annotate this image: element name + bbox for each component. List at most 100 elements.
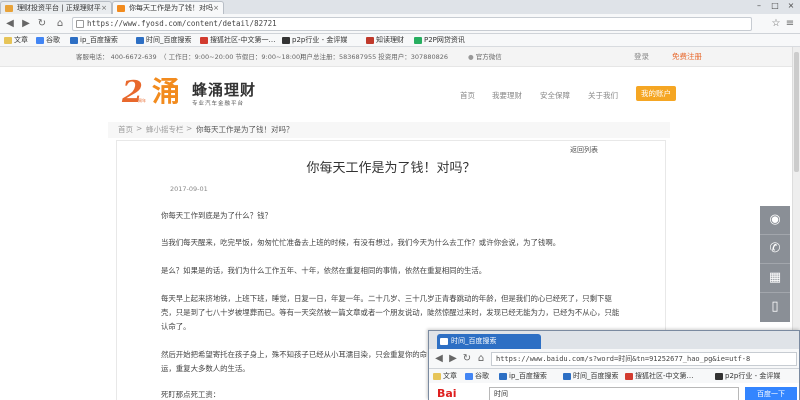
breadcrumb <box>108 122 670 138</box>
address-bar: ◀ ▶ ↻ ⌂ https://www.fyosd.com/content/de… <box>0 14 800 34</box>
login-link[interactable]: 登录 <box>634 47 649 67</box>
sohu-icon <box>200 37 208 44</box>
refresh-icon[interactable]: ↻ <box>36 18 48 30</box>
refresh-icon[interactable]: ↻ <box>461 353 473 365</box>
register-link[interactable]: 免费注册 <box>672 47 702 67</box>
nav-home[interactable]: 首页 <box>460 90 475 101</box>
folder-icon <box>4 37 12 44</box>
logo-character: 涌 <box>152 75 181 108</box>
bookmark-item[interactable]: 谷歌 <box>465 370 489 383</box>
bookmark-item[interactable]: 知读理财 <box>366 34 404 47</box>
tab-close-icon[interactable]: × <box>101 2 107 14</box>
bookmark-item[interactable]: 谷歌 <box>36 34 60 47</box>
bookmarks-bar: 文章 谷歌 ip_百度搜索 时间_百度搜索 搜狐社区-中文第一… p2p行业 -… <box>0 34 800 47</box>
google-icon <box>36 37 44 44</box>
bookmark-item[interactable]: ip_百度搜索 <box>499 370 547 383</box>
breadcrumb-current: 你每天工作是为了钱！对吗？ <box>196 125 294 134</box>
baidu-icon <box>440 338 448 345</box>
user-stats: 用户总注册：583687955 投资用户：307880826 <box>300 53 449 61</box>
home-icon[interactable]: ⌂ <box>54 18 66 30</box>
baidu-search-input[interactable]: 时间 <box>489 387 739 400</box>
article-paragraph: 每天早上起来挤地铁，上班下班，睡觉，日复一日，年复一年。二十几岁、三十几岁正青春… <box>161 294 620 331</box>
bookmark-item[interactable]: 搜狐社区-中文第… <box>625 370 694 383</box>
calculator-button[interactable]: ▦ <box>760 264 790 293</box>
sohu-icon <box>625 373 633 380</box>
menu-icon[interactable]: ≡ <box>784 18 796 30</box>
official-wechat-link[interactable]: ● 官方微信 <box>468 47 502 67</box>
tab-finance-platform[interactable]: 理财投资平台 | 正规理财平 × <box>0 1 112 14</box>
minimize-icon[interactable]: – <box>752 0 766 12</box>
wechat-icon: ● <box>468 53 476 61</box>
back-icon[interactable]: ◀ <box>4 18 16 30</box>
second-window-tab-bar: 时间_百度搜索 <box>429 331 799 349</box>
bookmark-item[interactable]: 时间_百度搜索 <box>563 370 619 383</box>
forward-icon[interactable]: ▶ <box>447 353 459 365</box>
article-paragraph: 是么？如果是的话，我们为什么工作五年、十年，依然在重复相同的事情，依然在重复相同… <box>161 266 487 275</box>
folder-icon <box>433 373 441 380</box>
site-logo[interactable]: 2 周年 涌 蜂涌理财 专业汽车金融平台 <box>122 75 282 111</box>
mobile-app-button[interactable]: ▯ <box>760 293 790 322</box>
second-window-url-input[interactable]: https://www.baidu.com/s?word=时间&tn=91252… <box>491 352 797 366</box>
bookmark-item[interactable]: 文章 <box>4 34 28 47</box>
scrollbar-thumb[interactable] <box>794 52 799 172</box>
close-window-icon[interactable]: × <box>784 0 798 12</box>
breadcrumb-separator: > <box>186 124 193 133</box>
nav-security[interactable]: 安全保障 <box>540 90 570 101</box>
brand-name: 蜂涌理财 <box>192 81 257 99</box>
article-title: 你每天工作是为了钱！对吗？ <box>306 161 476 176</box>
anniversary-mark: 2 <box>122 75 143 110</box>
baidu-icon <box>499 373 507 380</box>
article-paragraph: 然后开始把希望寄托在孩子身上，殊不知孩子已经从小耳濡目染，只会重复你的命运，重复… <box>161 350 428 373</box>
p2p-icon <box>282 37 290 44</box>
site-top-bar: 客服电话： 400-6672-639 （ 工作日：9:00~20:00 节假日：… <box>0 47 800 67</box>
nav-about[interactable]: 关于我们 <box>588 90 618 101</box>
back-icon[interactable]: ◀ <box>433 353 445 365</box>
calculator-icon: ▦ <box>768 270 782 285</box>
tab-close-icon[interactable]: × <box>213 2 219 14</box>
baidu-search-button[interactable]: 百度一下 <box>745 387 797 400</box>
star-icon[interactable]: ☆ <box>770 18 782 30</box>
browser-tab-bar: 理财投资平台 | 正规理财平 × 你每天工作是为了钱！对吗 × – □ × <box>0 0 800 14</box>
site-favicon-icon <box>117 5 125 12</box>
phone-icon: ✆ <box>769 241 781 256</box>
breadcrumb-category[interactable]: 蜂小摇专栏 <box>146 124 184 135</box>
anniversary-sub: 周年 <box>138 98 146 103</box>
google-icon <box>465 373 473 380</box>
article-paragraph: 你每天工作到底是为了什么？钱？ <box>161 211 272 220</box>
service-phone: 客服电话： 400-6672-639 <box>76 53 157 61</box>
second-window-address-bar: ◀ ▶ ↻ ⌂ https://www.baidu.com/s?word=时间&… <box>429 349 799 369</box>
bookmark-item[interactable]: ip_百度搜索 <box>70 34 118 47</box>
tab-baidu-search[interactable]: 时间_百度搜索 <box>437 334 541 349</box>
baidu-icon <box>136 37 144 44</box>
bookmark-item[interactable]: p2p行业 - 金评媒 <box>282 34 347 47</box>
tab-article[interactable]: 你每天工作是为了钱！对吗 × <box>112 1 224 14</box>
breadcrumb-separator: > <box>136 124 143 133</box>
mobile-icon: ▯ <box>771 299 779 314</box>
back-to-list-link[interactable]: 返回列表 <box>570 145 598 155</box>
service-hours: （ 工作日：9:00~20:00 节假日：9:00~18:00） <box>160 53 307 61</box>
bookmark-item[interactable]: 时间_百度搜索 <box>136 34 192 47</box>
page-icon <box>76 20 84 28</box>
bookmark-item[interactable]: 搜狐社区-中文第一… <box>200 34 276 47</box>
breadcrumb-home[interactable]: 首页 <box>118 124 133 135</box>
second-window-bookmarks: 文章 谷歌 ip_百度搜索 时间_百度搜索 搜狐社区-中文第… p2p行业 - … <box>429 370 799 383</box>
bookmark-item[interactable]: P2P网贷资讯 <box>414 34 465 47</box>
article-paragraph: 当我们每天醒来，吃完早饭，匆匆忙忙准备去上班的时候，有没有想过，我们今天为什么去… <box>161 238 561 247</box>
floating-sidebar: ◉ ✆ ▦ ▯ <box>760 206 790 322</box>
baidu-icon <box>563 373 571 380</box>
url-input[interactable]: https://www.fyosd.com/content/detail/827… <box>72 17 752 31</box>
phone-service-button[interactable]: ✆ <box>760 235 790 264</box>
nav-my-account[interactable]: 我的账户 <box>636 86 676 101</box>
nav-invest[interactable]: 我要理财 <box>492 90 522 101</box>
home-icon[interactable]: ⌂ <box>475 353 487 365</box>
bookmark-item[interactable]: 文章 <box>433 370 457 383</box>
site-favicon-icon <box>5 5 13 12</box>
chat-icon: ◉ <box>769 212 781 227</box>
forward-icon[interactable]: ▶ <box>20 18 32 30</box>
second-browser-window: 时间_百度搜索 ◀ ▶ ↻ ⌂ https://www.baidu.com/s?… <box>428 330 800 400</box>
maximize-icon[interactable]: □ <box>768 0 782 12</box>
online-service-button[interactable]: ◉ <box>760 206 790 235</box>
bookmark-item[interactable]: p2p行业 - 金评媒 <box>715 370 780 383</box>
baidu-page: Bai 时间 百度一下 <box>429 383 799 400</box>
article-date: 2017-09-01 <box>170 185 208 193</box>
